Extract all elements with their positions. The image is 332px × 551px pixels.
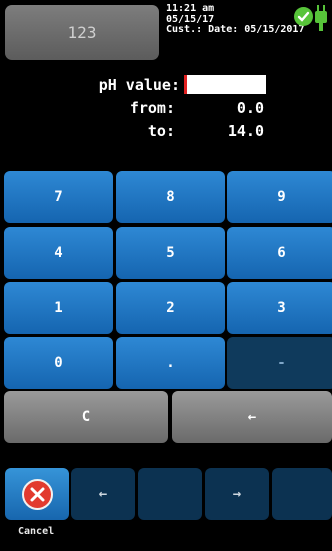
key-7[interactable]: 7	[4, 171, 113, 223]
value-display-button[interactable]: 123	[5, 5, 159, 60]
status-info: 11:21 am 05/15/17 Cust.: Date: 05/15/201…	[166, 3, 305, 36]
date-text: 05/15/17	[166, 13, 215, 25]
clear-button[interactable]: C	[4, 391, 168, 443]
cancel-button[interactable]	[5, 468, 69, 520]
key-3[interactable]: 3	[227, 282, 332, 334]
cursor-left-button[interactable]: ←	[71, 468, 135, 520]
from-label: from:	[129, 99, 175, 117]
cancel-x-icon	[21, 478, 53, 510]
key-5[interactable]: 5	[116, 227, 225, 279]
time-text: 11:21 am	[166, 3, 215, 14]
key-minus: -	[227, 337, 332, 389]
cursor-right-button[interactable]: →	[205, 468, 269, 520]
ph-value-label: pH value:	[98, 76, 180, 94]
key-1[interactable]: 1	[4, 282, 113, 334]
ph-value-input[interactable]	[184, 75, 266, 94]
key-2[interactable]: 2	[116, 282, 225, 334]
cust-date-text: Cust.: Date: 05/15/2017	[166, 24, 305, 35]
empty-softkey-2	[272, 468, 332, 520]
from-value: 0.0	[236, 99, 264, 117]
key-6[interactable]: 6	[227, 227, 332, 279]
status-ok-icon	[294, 7, 313, 26]
key-9[interactable]: 9	[227, 171, 332, 223]
cancel-label: Cancel	[18, 526, 55, 537]
to-label: to:	[147, 122, 175, 140]
backspace-button[interactable]: ←	[172, 391, 332, 443]
key-decimal-point[interactable]: .	[116, 337, 225, 389]
key-0[interactable]: 0	[4, 337, 113, 389]
empty-softkey-1	[138, 468, 202, 520]
value-display-text: 123	[67, 23, 97, 42]
key-8[interactable]: 8	[116, 171, 225, 223]
power-plug-icon	[315, 5, 327, 31]
key-4[interactable]: 4	[4, 227, 113, 279]
to-value: 14.0	[227, 122, 264, 140]
